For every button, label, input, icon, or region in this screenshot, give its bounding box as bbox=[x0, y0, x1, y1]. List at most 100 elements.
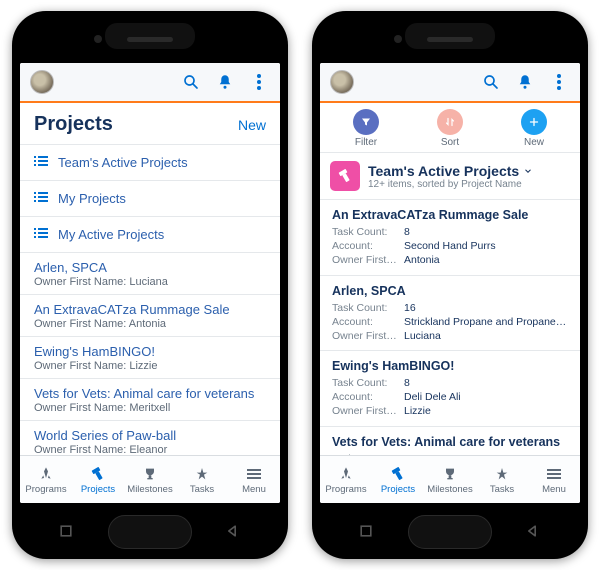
new-link[interactable]: New bbox=[238, 117, 266, 133]
field-label: Task Count: bbox=[332, 225, 404, 239]
nav-label: Programs bbox=[325, 484, 366, 495]
phone-left: Projects New Team's Active Projects My P… bbox=[12, 11, 288, 559]
card-title: An ExtravaCATza Rummage Sale bbox=[332, 208, 568, 222]
flashlight-icon bbox=[390, 465, 406, 483]
filter-icon bbox=[353, 109, 379, 135]
list-view-my-active[interactable]: My Active Projects bbox=[20, 216, 280, 252]
field-value: Second Hand Purrs bbox=[404, 239, 568, 253]
new-action[interactable]: New bbox=[521, 109, 547, 148]
field-label: Account: bbox=[332, 390, 404, 404]
action-label: New bbox=[524, 137, 544, 148]
list-view-teams-active[interactable]: Team's Active Projects bbox=[20, 144, 280, 180]
nav-label: Projects bbox=[381, 484, 415, 495]
menu-icon bbox=[547, 465, 561, 483]
nav-milestones[interactable]: Milestones bbox=[124, 456, 176, 503]
home-button[interactable] bbox=[408, 515, 492, 549]
nav-label: Projects bbox=[81, 484, 115, 495]
list-icon bbox=[34, 191, 48, 206]
screen-list-view: Filter Sort New bbox=[320, 63, 580, 503]
nav-tasks[interactable]: Tasks bbox=[476, 456, 528, 503]
record-sub: Owner First Name: Meritxell bbox=[34, 402, 266, 414]
record-card[interactable]: Arlen, SPCA Task Count:16 Account:Strick… bbox=[320, 276, 580, 352]
nav-tasks[interactable]: Tasks bbox=[176, 456, 228, 503]
view-label: My Projects bbox=[58, 191, 126, 206]
search-icon[interactable] bbox=[480, 71, 502, 93]
nav-milestones[interactable]: Milestones bbox=[424, 456, 476, 503]
bell-icon[interactable] bbox=[514, 71, 536, 93]
nav-menu[interactable]: Menu bbox=[528, 456, 580, 503]
rocket-icon bbox=[338, 465, 354, 483]
list-view-my-projects[interactable]: My Projects bbox=[20, 180, 280, 216]
record-item[interactable]: Arlen, SPCA Owner First Name: Luciana bbox=[20, 252, 280, 294]
view-label: Team's Active Projects bbox=[58, 155, 188, 170]
field-label: Account: bbox=[332, 239, 404, 253]
record-title: World Series of Paw-ball bbox=[34, 428, 266, 443]
field-label: Owner First… bbox=[332, 329, 404, 343]
field-label: Owner First… bbox=[332, 404, 404, 418]
list-header[interactable]: Team's Active Projects 12+ items, sorted… bbox=[320, 153, 580, 200]
record-item[interactable]: Vets for Vets: Animal care for veterans … bbox=[20, 378, 280, 420]
nav-programs[interactable]: Programs bbox=[320, 456, 372, 503]
nav-menu[interactable]: Menu bbox=[228, 456, 280, 503]
avatar[interactable] bbox=[330, 70, 354, 94]
page-header: Projects New bbox=[20, 103, 280, 144]
field-label: Account: bbox=[332, 315, 404, 329]
home-button[interactable] bbox=[108, 515, 192, 549]
action-label: Filter bbox=[355, 137, 377, 148]
field-value: Deli Dele Ali bbox=[404, 390, 568, 404]
menu-icon bbox=[247, 465, 261, 483]
nav-label: Milestones bbox=[127, 484, 172, 495]
trophy-icon bbox=[142, 465, 158, 483]
nav-projects[interactable]: Projects bbox=[372, 456, 424, 503]
plane-icon bbox=[494, 465, 510, 483]
record-card[interactable]: Vets for Vets: Animal care for veterans … bbox=[320, 427, 580, 455]
nav-label: Tasks bbox=[490, 484, 514, 495]
list-sub: 12+ items, sorted by Project Name bbox=[368, 179, 533, 190]
page-title: Projects bbox=[34, 113, 113, 136]
trophy-icon bbox=[442, 465, 458, 483]
record-card[interactable]: Ewing's HamBINGO! Task Count:8 Account:D… bbox=[320, 351, 580, 427]
record-item[interactable]: An ExtravaCATza Rummage Sale Owner First… bbox=[20, 294, 280, 336]
phone-right: Filter Sort New bbox=[312, 11, 588, 559]
record-card[interactable]: An ExtravaCATza Rummage Sale Task Count:… bbox=[320, 200, 580, 276]
overflow-icon[interactable] bbox=[548, 71, 570, 93]
bottom-nav: Programs Projects Milestones Tasks Menu bbox=[20, 455, 280, 503]
field-value: Lizzie bbox=[404, 404, 568, 418]
action-row: Filter Sort New bbox=[320, 103, 580, 153]
top-bar bbox=[20, 63, 280, 103]
card-title: Arlen, SPCA bbox=[332, 284, 568, 298]
record-sub: Owner First Name: Eleanor bbox=[34, 444, 266, 455]
nav-programs[interactable]: Programs bbox=[20, 456, 72, 503]
nav-label: Menu bbox=[242, 484, 266, 495]
bottom-nav: Programs Projects Milestones Tasks Menu bbox=[320, 455, 580, 503]
record-item[interactable]: Ewing's HamBINGO! Owner First Name: Lizz… bbox=[20, 336, 280, 378]
search-icon[interactable] bbox=[180, 71, 202, 93]
filter-action[interactable]: Filter bbox=[353, 109, 379, 148]
plus-icon bbox=[521, 109, 547, 135]
flashlight-icon bbox=[330, 161, 360, 191]
list-icon bbox=[34, 155, 48, 170]
rocket-icon bbox=[38, 465, 54, 483]
list-icon bbox=[34, 227, 48, 242]
recent-apps-softkey[interactable] bbox=[358, 523, 376, 541]
record-sub: Owner First Name: Luciana bbox=[34, 276, 266, 288]
nav-label: Menu bbox=[542, 484, 566, 495]
nav-label: Milestones bbox=[427, 484, 472, 495]
screen-projects-home: Projects New Team's Active Projects My P… bbox=[20, 63, 280, 503]
overflow-icon[interactable] bbox=[248, 71, 270, 93]
record-title: Arlen, SPCA bbox=[34, 260, 266, 275]
nav-projects[interactable]: Projects bbox=[72, 456, 124, 503]
plane-icon bbox=[194, 465, 210, 483]
card-title: Vets for Vets: Animal care for veterans bbox=[332, 435, 568, 449]
avatar[interactable] bbox=[30, 70, 54, 94]
field-value: Antonia bbox=[404, 253, 568, 267]
field-label: Owner First… bbox=[332, 253, 404, 267]
record-item[interactable]: World Series of Paw-ball Owner First Nam… bbox=[20, 420, 280, 455]
flashlight-icon bbox=[90, 465, 106, 483]
back-softkey[interactable] bbox=[524, 523, 542, 541]
sort-action[interactable]: Sort bbox=[437, 109, 463, 148]
sort-icon bbox=[437, 109, 463, 135]
back-softkey[interactable] bbox=[224, 523, 242, 541]
recent-apps-softkey[interactable] bbox=[58, 523, 76, 541]
bell-icon[interactable] bbox=[214, 71, 236, 93]
